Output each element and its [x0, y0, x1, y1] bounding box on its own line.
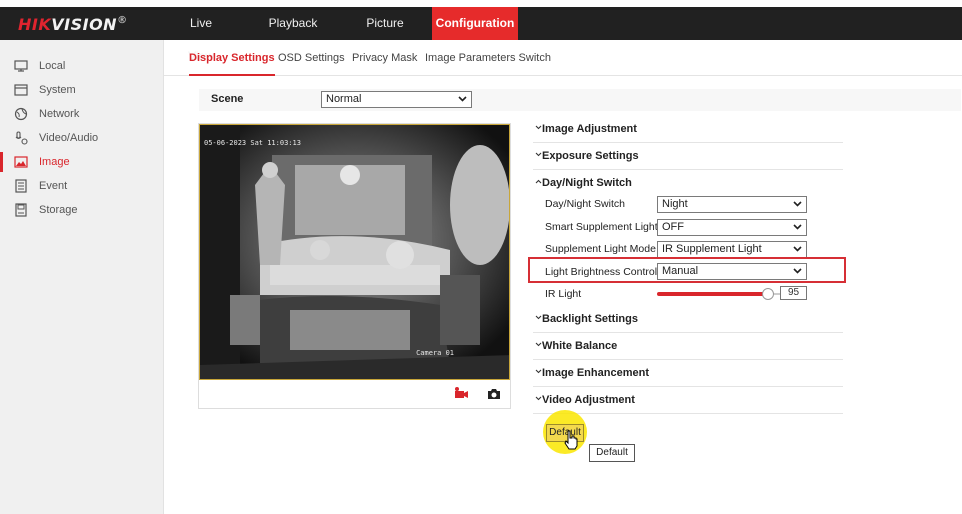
section-title: Day/Night Switch	[542, 177, 632, 189]
globe-icon	[12, 107, 30, 121]
day-night-switch-value: Night	[662, 198, 688, 210]
section-title: Backlight Settings	[542, 313, 638, 325]
day-night-switch-select[interactable]: Night	[657, 196, 807, 213]
live-preview-video[interactable]: 05-06-2023 Sat 11:03:13 Camera 01	[199, 124, 510, 380]
chevron-down-icon	[535, 125, 542, 130]
chevron-down-icon	[535, 369, 542, 374]
tab-image-parameters-switch[interactable]: Image Parameters Switch	[425, 40, 551, 76]
smart-supplement-light-select[interactable]: OFF	[657, 219, 807, 236]
section-title: Video Adjustment	[542, 394, 635, 406]
chevron-down-icon	[793, 268, 802, 274]
record-icon[interactable]	[453, 386, 469, 402]
sidebar-item-label: Network	[39, 108, 80, 120]
scene-label: Scene	[211, 93, 244, 105]
sidebar-item-system[interactable]: System	[12, 80, 162, 100]
sidebar-item-network[interactable]: Network	[12, 104, 162, 124]
supplement-light-mode-value: IR Supplement Light	[662, 243, 762, 255]
sidebar-item-label: Storage	[39, 204, 78, 216]
osd-timestamp: 05-06-2023 Sat 11:03:13	[204, 139, 301, 147]
chevron-down-icon	[535, 396, 542, 401]
osd-camera-name: Camera 01	[416, 349, 454, 357]
light-brightness-control-value: Manual	[662, 265, 699, 277]
scene-row: Scene Normal	[199, 89, 961, 111]
sidebar-item-storage[interactable]: Storage	[12, 200, 162, 220]
tab-osd-settings[interactable]: OSD Settings	[278, 40, 345, 76]
default-tooltip: Default	[589, 444, 635, 462]
hand-cursor-icon	[564, 430, 578, 450]
window-icon	[12, 83, 30, 97]
chevron-down-icon	[535, 152, 542, 157]
smart-supplement-light-label: Smart Supplement Light	[545, 221, 658, 233]
sidebar: Local System Network Video/Audio Image E…	[0, 40, 164, 514]
storage-icon	[12, 203, 30, 217]
light-brightness-control-select[interactable]: Manual	[657, 263, 807, 280]
ir-light-slider-handle[interactable]	[762, 288, 774, 300]
section-exposure-settings[interactable]: Exposure Settings	[533, 143, 843, 170]
chevron-up-icon	[535, 179, 542, 184]
live-preview-panel: 05-06-2023 Sat 11:03:13 Camera 01	[198, 123, 511, 409]
sidebar-item-video-audio[interactable]: Video/Audio	[12, 128, 162, 148]
scene-select-value: Normal	[326, 93, 362, 105]
chevron-down-icon	[535, 315, 542, 320]
sidebar-item-label: Event	[39, 180, 68, 192]
top-navigation-bar: HIKVISION® Live View Playback Picture Co…	[0, 7, 962, 63]
ir-light-slider-fill	[657, 292, 768, 296]
image-icon	[12, 155, 30, 169]
section-image-enhancement[interactable]: Image Enhancement	[533, 360, 843, 387]
sub-tab-bar: Display Settings OSD Settings Privacy Ma…	[164, 40, 962, 76]
tab-privacy-mask[interactable]: Privacy Mask	[352, 40, 417, 76]
logo-part-vision: VISION	[51, 15, 118, 34]
section-video-adjustment[interactable]: Video Adjustment	[533, 387, 843, 414]
scene-select[interactable]: Normal	[321, 91, 472, 108]
supplement-light-mode-label: Supplement Light Mode	[545, 243, 656, 255]
camera-icon[interactable]	[486, 386, 502, 402]
sidebar-item-label: Image	[39, 156, 70, 168]
logo-registered-mark: ®	[117, 15, 128, 26]
nav-tab-configuration[interactable]: Configuration	[432, 7, 518, 40]
nav-tab-live-view[interactable]: Live View	[180, 7, 222, 63]
monitor-icon	[12, 59, 30, 73]
sidebar-item-label: Video/Audio	[39, 132, 99, 144]
smart-supplement-light-value: OFF	[662, 221, 684, 233]
section-title: Exposure Settings	[542, 150, 639, 162]
sidebar-item-label: Local	[39, 60, 66, 72]
supplement-light-mode-select[interactable]: IR Supplement Light	[657, 241, 807, 258]
night-camera-scene	[200, 125, 509, 379]
chevron-down-icon	[458, 96, 467, 102]
section-image-adjustment[interactable]: Image Adjustment	[533, 116, 843, 143]
logo-part-hik: HIK	[18, 15, 52, 34]
chevron-down-icon	[793, 246, 802, 252]
section-day-night-switch[interactable]: Day/Night Switch	[533, 170, 843, 197]
day-night-switch-label: Day/Night Switch	[545, 198, 625, 210]
light-brightness-control-label: Light Brightness Control	[545, 266, 658, 278]
audio-video-icon	[12, 131, 30, 145]
chevron-down-icon	[535, 342, 542, 347]
sidebar-item-image[interactable]: Image	[0, 152, 162, 172]
section-title: Image Adjustment	[542, 123, 637, 135]
ir-light-label: IR Light	[545, 288, 582, 300]
nav-tab-picture[interactable]: Picture	[364, 7, 406, 40]
ir-light-value-input[interactable]: 95	[780, 286, 807, 300]
sidebar-item-event[interactable]: Event	[12, 176, 162, 196]
chevron-down-icon	[793, 224, 802, 230]
tab-display-settings[interactable]: Display Settings	[189, 40, 275, 76]
section-backlight-settings[interactable]: Backlight Settings	[533, 306, 843, 333]
chevron-down-icon	[793, 201, 802, 207]
sidebar-item-label: System	[39, 84, 76, 96]
section-title: White Balance	[542, 340, 618, 352]
sidebar-item-local[interactable]: Local	[12, 56, 162, 76]
nav-tab-playback[interactable]: Playback	[265, 7, 321, 40]
section-white-balance[interactable]: White Balance	[533, 333, 843, 360]
event-list-icon	[12, 179, 30, 193]
hikvision-logo: HIKVISION®	[18, 15, 128, 34]
preview-toolbar	[199, 380, 510, 408]
section-title: Image Enhancement	[542, 367, 649, 379]
